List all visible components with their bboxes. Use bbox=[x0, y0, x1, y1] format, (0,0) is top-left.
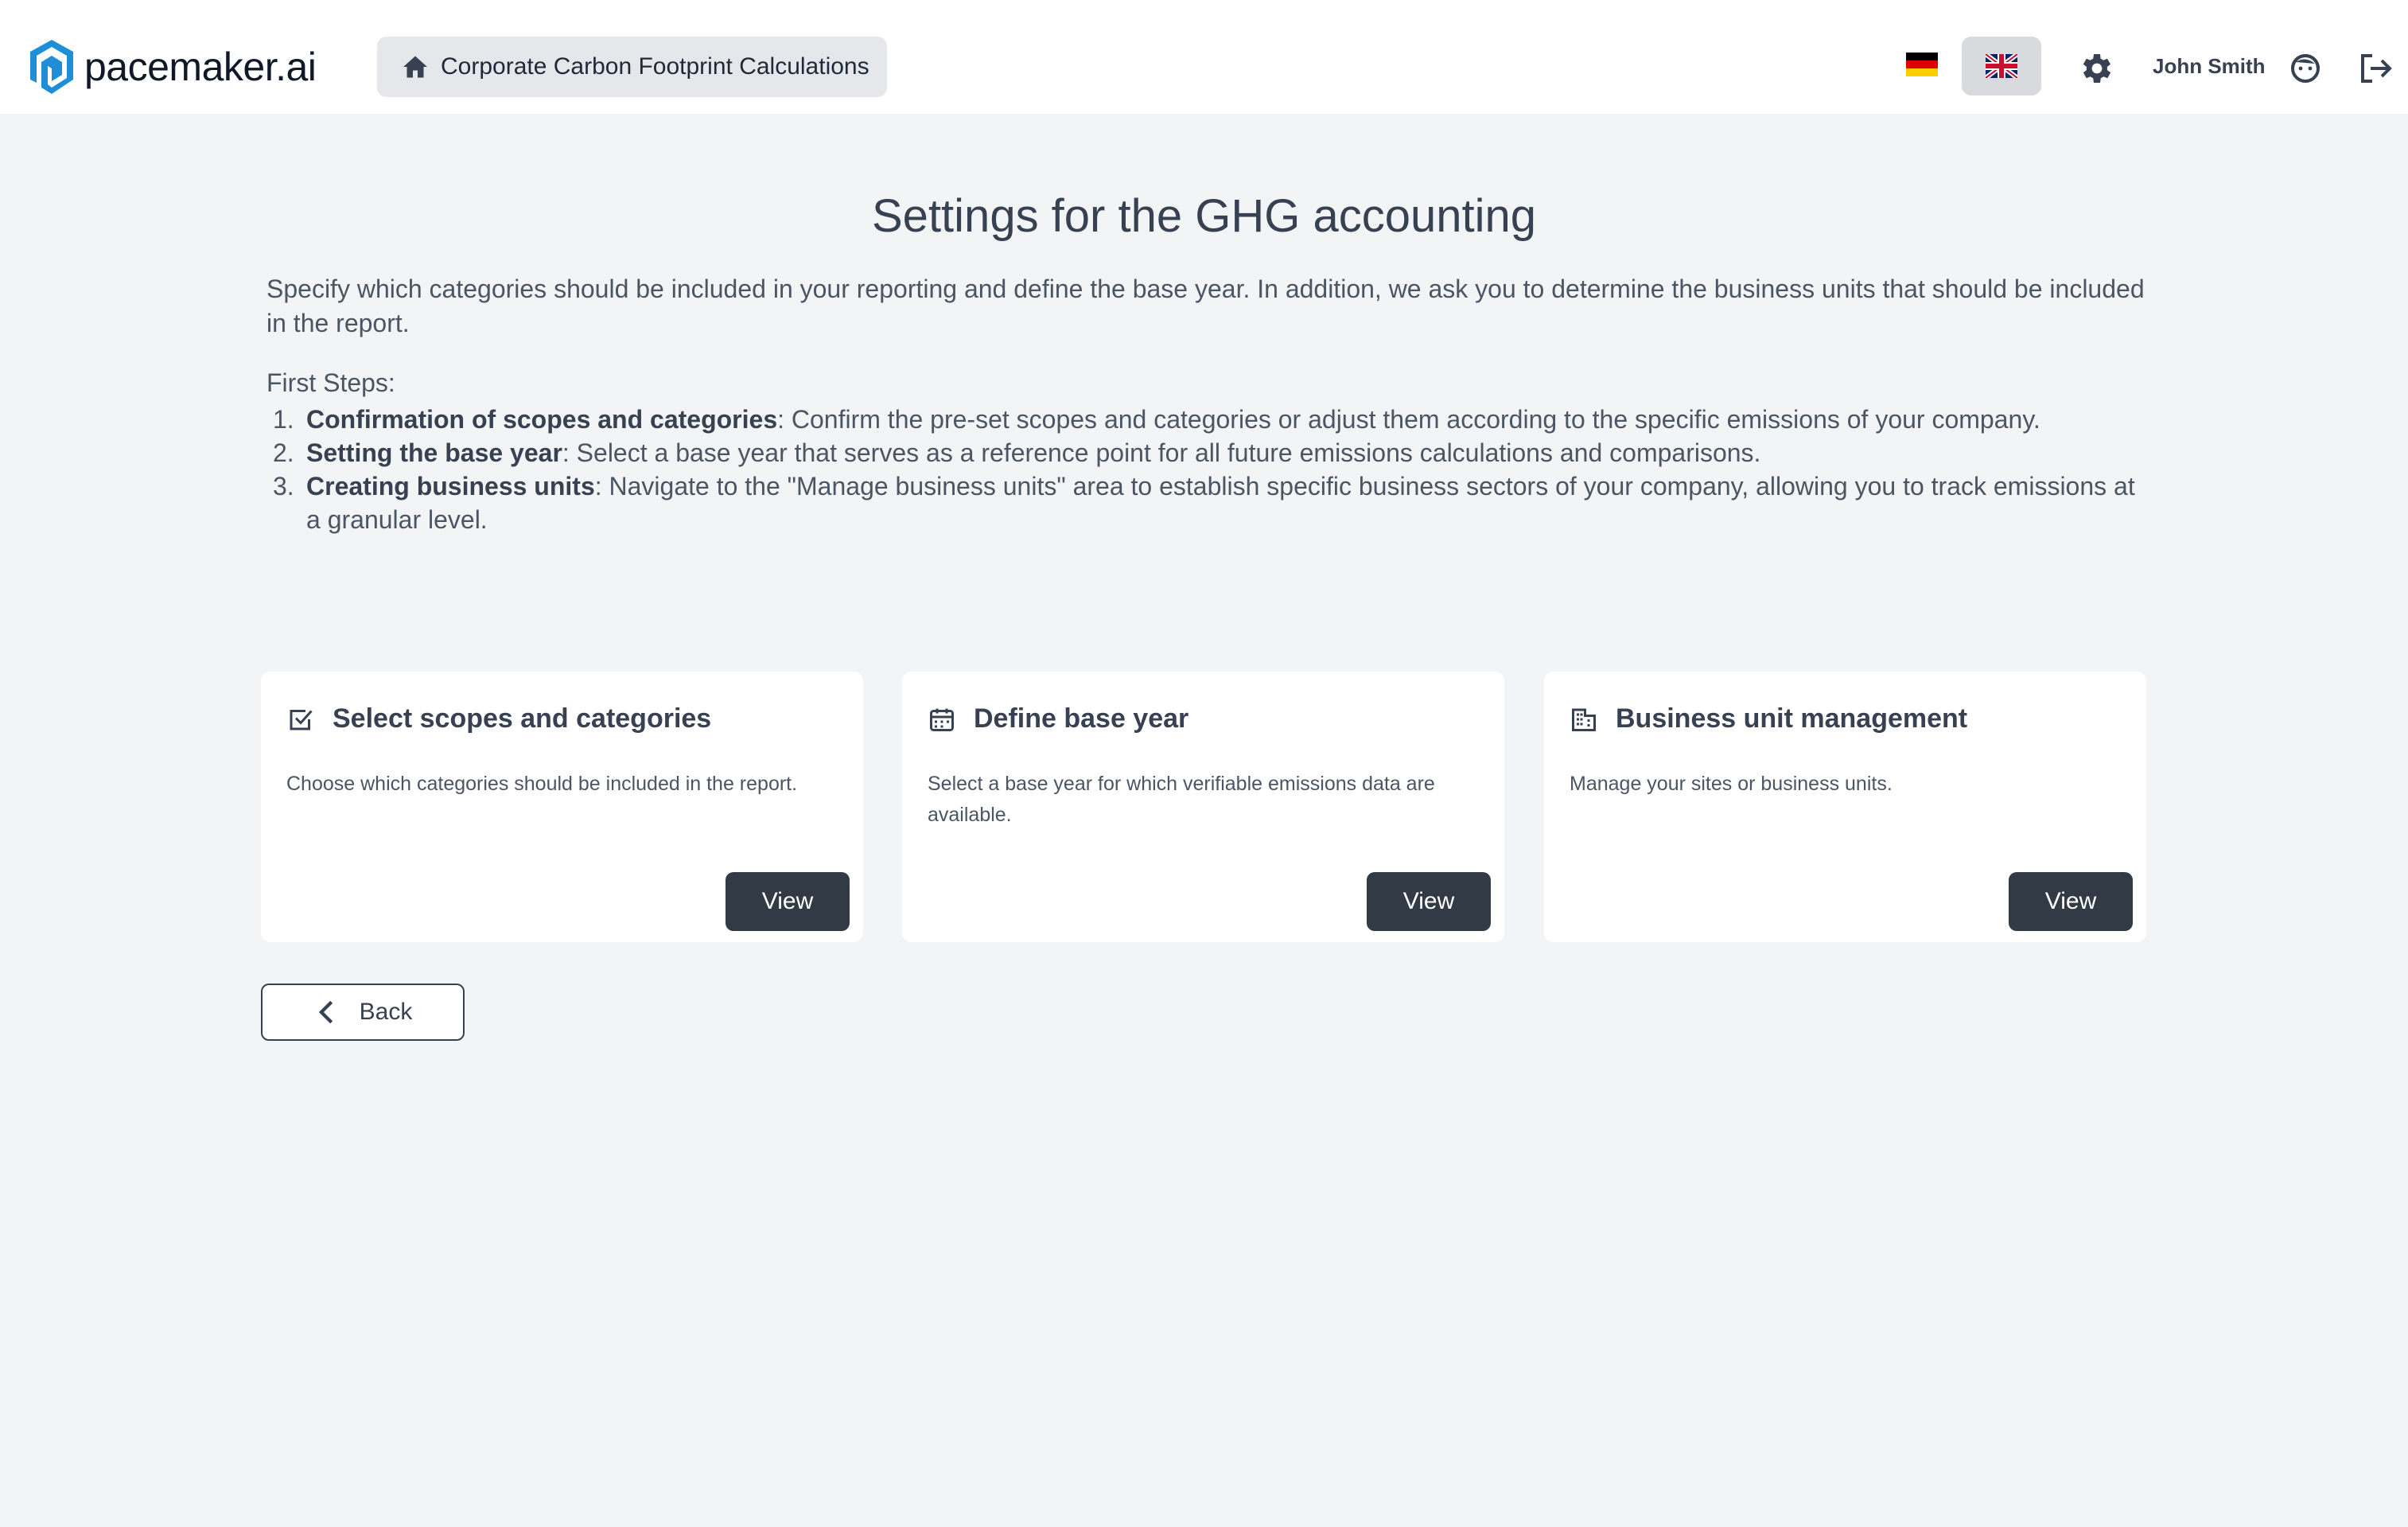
chevron-left-icon bbox=[318, 1000, 333, 1024]
card-scopes-categories: Select scopes and categories Choose whic… bbox=[261, 672, 863, 942]
breadcrumb[interactable]: Corporate Carbon Footprint Calculations bbox=[377, 37, 887, 97]
language-en-button[interactable] bbox=[1962, 37, 2041, 95]
german-flag-icon[interactable] bbox=[1906, 53, 1938, 76]
step-title: Confirmation of scopes and categories bbox=[306, 405, 778, 434]
card-description: Select a base year for which verifiable … bbox=[928, 773, 1435, 826]
logout-icon[interactable] bbox=[2356, 49, 2394, 88]
checkbox-icon bbox=[290, 710, 313, 730]
pacemaker-logo-icon bbox=[30, 40, 73, 94]
step-number: 2. bbox=[273, 438, 294, 467]
breadcrumb-label: Corporate Carbon Footprint Calculations bbox=[441, 53, 869, 80]
card-base-year: Define base year Select a base year for … bbox=[902, 672, 1504, 942]
back-button-label: Back bbox=[359, 999, 413, 1025]
gear-icon[interactable] bbox=[2076, 49, 2114, 88]
uk-flag-icon bbox=[1986, 54, 2017, 78]
user-name[interactable]: John Smith bbox=[2153, 54, 2266, 79]
step-item: 3. Creating business units: Navigate to t… bbox=[266, 469, 2144, 536]
building-icon bbox=[1572, 708, 1596, 731]
calendar-icon bbox=[930, 708, 954, 731]
step-text: : Confirm the pre-set scopes and categor… bbox=[777, 405, 2040, 434]
card-description: Manage your sites or business units. bbox=[1570, 773, 1893, 795]
view-base-year-button[interactable]: View bbox=[1367, 872, 1491, 931]
step-item: 1. Confirmation of scopes and categories:… bbox=[266, 403, 2144, 436]
page-title: Settings for the GHG accounting bbox=[872, 190, 1536, 242]
step-title: Setting the base year bbox=[306, 438, 562, 467]
home-icon[interactable] bbox=[387, 53, 430, 81]
logo[interactable]: pacemaker.ai bbox=[30, 40, 317, 94]
card-title: Business unit management bbox=[1616, 703, 1968, 734]
logo-text: pacemaker.ai bbox=[84, 45, 317, 89]
top-bar: pacemaker.ai Corporate Carbon Footprint … bbox=[0, 0, 2408, 114]
intro-text: Specify which categories should be inclu… bbox=[266, 275, 2145, 337]
steps-heading: First Steps: bbox=[266, 368, 395, 397]
view-scopes-button[interactable]: View bbox=[726, 872, 850, 931]
card-business-units: Business unit management Manage your sit… bbox=[1544, 672, 2146, 942]
step-title: Creating business units bbox=[306, 472, 595, 501]
step-item: 2. Setting the base year: Select a base y… bbox=[266, 436, 2144, 469]
back-button[interactable]: Back bbox=[261, 984, 465, 1041]
view-business-units-button[interactable]: View bbox=[2009, 872, 2133, 931]
card-description: Choose which categories should be includ… bbox=[286, 773, 798, 795]
card-title: Select scopes and categories bbox=[333, 703, 712, 734]
card-title: Define base year bbox=[974, 703, 1189, 734]
step-text: : Select a base year that serves as a re… bbox=[562, 438, 1761, 467]
step-number: 3. bbox=[273, 472, 294, 501]
steps-list: 1. Confirmation of scopes and categories:… bbox=[266, 403, 2144, 536]
support-agent-icon[interactable] bbox=[2286, 49, 2324, 88]
step-number: 1. bbox=[273, 405, 294, 434]
